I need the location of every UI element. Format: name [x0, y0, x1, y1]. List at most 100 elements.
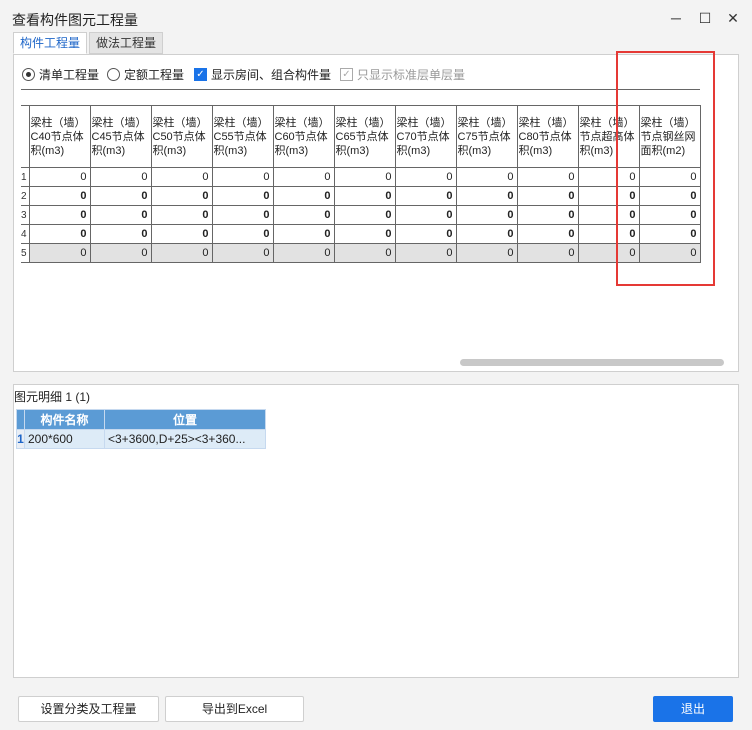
show-room-option[interactable]: ✓ 显示房间、组合构件量: [194, 65, 331, 83]
grid-cell[interactable]: 0: [211, 205, 274, 225]
grid-cell[interactable]: 0: [333, 205, 396, 225]
grid-cell[interactable]: 0: [272, 186, 335, 206]
grid-cell[interactable]: 0: [455, 205, 518, 225]
table-row[interactable]: 1 200*600 <3+3600,D+25><3+360...: [16, 429, 266, 449]
table-row[interactable]: 500000000000: [21, 243, 701, 263]
col-header[interactable]: 梁柱（墙）C50节点体积(m3): [150, 105, 213, 168]
grid-cell[interactable]: 0: [89, 243, 152, 263]
col-header[interactable]: 梁柱（墙）C65节点体积(m3): [333, 105, 396, 168]
grid-cell[interactable]: 0: [638, 243, 701, 263]
col-header[interactable]: 梁柱（墙）C80节点体积(m3): [516, 105, 579, 168]
grid-cell[interactable]: 0: [89, 205, 152, 225]
grid-cell[interactable]: 0: [28, 167, 91, 187]
export-excel-button[interactable]: 导出到Excel: [165, 696, 304, 722]
grid-cell[interactable]: 0: [455, 167, 518, 187]
grid-cell[interactable]: 0: [394, 167, 457, 187]
table-row[interactable]: 100000000000: [21, 167, 701, 187]
detail-panel: 图元明细 1 (1) 构件名称 位置 1 200*600 <3+3600,D+2…: [13, 384, 739, 678]
grid-cell[interactable]: 0: [333, 186, 396, 206]
table-row[interactable]: 400000000000: [21, 224, 701, 244]
table-row[interactable]: 300000000000: [21, 205, 701, 225]
quota-qty-label: 定额工程量: [124, 67, 185, 82]
tab-component-qty[interactable]: 构件工程量: [13, 32, 87, 54]
quantity-grid: 梁柱（墙）C40节点体积(m3) 梁柱（墙）C45节点体积(m3) 梁柱（墙）C…: [21, 89, 735, 359]
list-qty-radio[interactable]: [22, 67, 35, 81]
std-floor-checkbox: ✓: [340, 67, 353, 81]
quota-qty-radio[interactable]: [107, 67, 120, 81]
grid-cell[interactable]: 0: [455, 243, 518, 263]
grid-cell[interactable]: 0: [638, 186, 701, 206]
grid-cell[interactable]: 0: [638, 167, 701, 187]
grid-cell[interactable]: 0: [638, 224, 701, 244]
grid-cell[interactable]: 0: [333, 224, 396, 244]
grid-cell[interactable]: 0: [211, 224, 274, 244]
grid-cell[interactable]: 0: [516, 186, 579, 206]
grid-cell[interactable]: 0: [89, 224, 152, 244]
tab-method-qty[interactable]: 做法工程量: [89, 32, 163, 54]
list-qty-option[interactable]: 清单工程量: [22, 65, 99, 83]
horizontal-scrollbar[interactable]: [460, 359, 724, 366]
grid-cell[interactable]: 0: [150, 167, 213, 187]
grid-cell[interactable]: 0: [394, 224, 457, 244]
col-header[interactable]: 梁柱（墙）C55节点体积(m3): [211, 105, 274, 168]
detail-header-row: 构件名称 位置: [16, 409, 266, 430]
grid-cell[interactable]: 0: [272, 224, 335, 244]
col-header[interactable]: 梁柱（墙）C40节点体积(m3): [28, 105, 91, 168]
col-header[interactable]: 梁柱（墙）C45节点体积(m3): [89, 105, 152, 168]
maximize-icon[interactable]: ☐: [690, 6, 720, 30]
row-number: 1: [16, 429, 25, 449]
grid-cell[interactable]: 0: [394, 243, 457, 263]
show-room-checkbox[interactable]: ✓: [194, 67, 207, 81]
grid-cell[interactable]: 0: [150, 224, 213, 244]
grid-cell[interactable]: 0: [394, 205, 457, 225]
grid-cell[interactable]: 0: [211, 167, 274, 187]
grid-cell[interactable]: 0: [28, 243, 91, 263]
grid-cell[interactable]: 0: [272, 167, 335, 187]
grid-cell[interactable]: 0: [577, 186, 640, 206]
grid-cell[interactable]: 0: [455, 186, 518, 206]
quota-qty-option[interactable]: 定额工程量: [107, 65, 184, 83]
grid-cell[interactable]: 0: [394, 186, 457, 206]
detail-table: 构件名称 位置 1 200*600 <3+3600,D+25><3+360...: [16, 409, 266, 449]
component-name-cell[interactable]: 200*600: [24, 429, 105, 449]
grid-cell[interactable]: 0: [272, 243, 335, 263]
grid-cell[interactable]: 0: [577, 205, 640, 225]
exit-button[interactable]: 退出: [653, 696, 733, 722]
position-cell[interactable]: <3+3600,D+25><3+360...: [104, 429, 266, 449]
detail-col-name[interactable]: 构件名称: [24, 409, 105, 430]
col-header[interactable]: 梁柱（墙）C60节点体积(m3): [272, 105, 335, 168]
table-row[interactable]: 200000000000: [21, 186, 701, 206]
quantity-panel: 清单工程量 定额工程量 ✓ 显示房间、组合构件量 ✓ 只显示标准层单层量 梁柱（…: [13, 54, 739, 372]
grid-cell[interactable]: 0: [577, 243, 640, 263]
close-icon[interactable]: ✕: [718, 6, 748, 30]
grid-cell[interactable]: 0: [150, 243, 213, 263]
grid-cell[interactable]: 0: [516, 224, 579, 244]
grid-cell[interactable]: 0: [516, 205, 579, 225]
std-floor-label: 只显示标准层单层量: [357, 67, 466, 82]
grid-cell[interactable]: 0: [333, 167, 396, 187]
grid-cell[interactable]: 0: [28, 186, 91, 206]
grid-cell[interactable]: 0: [516, 243, 579, 263]
minimize-icon[interactable]: ─: [661, 6, 691, 30]
detail-col-position[interactable]: 位置: [104, 409, 266, 430]
grid-cell[interactable]: 0: [333, 243, 396, 263]
grid-cell[interactable]: 0: [211, 186, 274, 206]
grid-cell[interactable]: 0: [516, 167, 579, 187]
grid-cell[interactable]: 0: [577, 167, 640, 187]
grid-cell[interactable]: 0: [150, 186, 213, 206]
col-header[interactable]: 梁柱（墙）C75节点体积(m3): [455, 105, 518, 168]
grid-cell[interactable]: 0: [28, 224, 91, 244]
grid-cell[interactable]: 0: [89, 167, 152, 187]
grid-cell[interactable]: 0: [638, 205, 701, 225]
col-header[interactable]: 梁柱（墙）节点钢丝网面积(m2): [638, 105, 701, 168]
col-header[interactable]: 梁柱（墙）C70节点体积(m3): [394, 105, 457, 168]
col-header[interactable]: 梁柱（墙）节点超高体积(m3): [577, 105, 640, 168]
grid-cell[interactable]: 0: [455, 224, 518, 244]
grid-cell[interactable]: 0: [272, 205, 335, 225]
settings-button[interactable]: 设置分类及工程量: [18, 696, 159, 722]
grid-cell[interactable]: 0: [150, 205, 213, 225]
grid-cell[interactable]: 0: [28, 205, 91, 225]
grid-cell[interactable]: 0: [211, 243, 274, 263]
grid-cell[interactable]: 0: [89, 186, 152, 206]
grid-cell[interactable]: 0: [577, 224, 640, 244]
